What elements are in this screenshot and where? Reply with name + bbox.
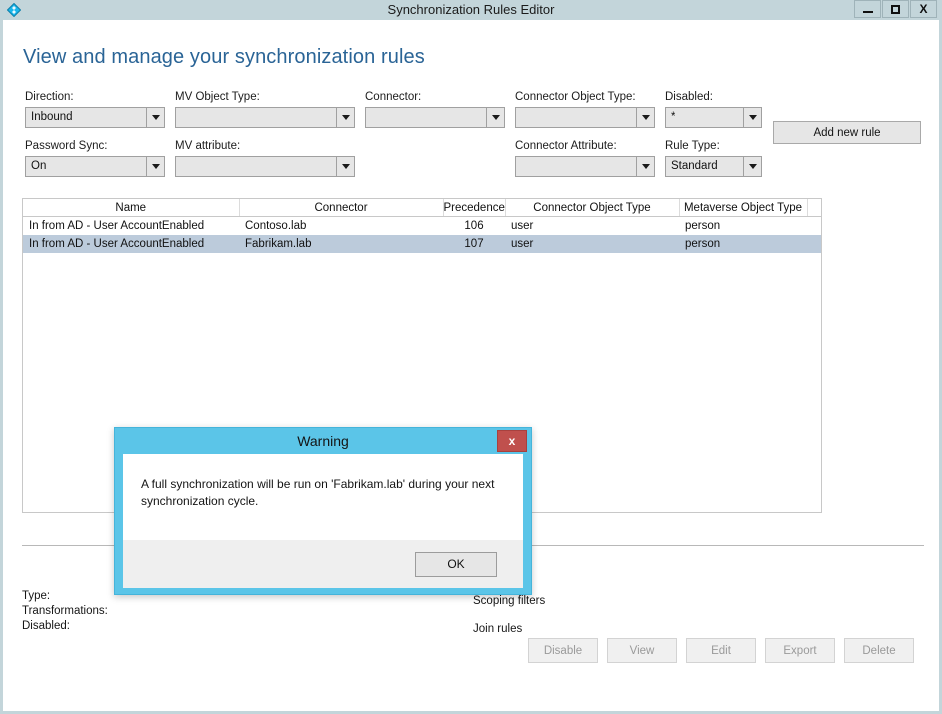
- password-sync-select[interactable]: On: [25, 156, 165, 177]
- detail-disabled-label: Disabled:: [22, 620, 70, 632]
- table-row[interactable]: In from AD - User AccountEnabled Contoso…: [23, 217, 821, 236]
- connector-object-type-select[interactable]: [515, 107, 655, 128]
- chevron-down-icon[interactable]: [336, 108, 354, 127]
- filter-password-sync: Password Sync: On: [25, 140, 165, 177]
- sync-rules-editor-window: Synchronization Rules Editor X View and …: [0, 0, 942, 714]
- chevron-down-icon[interactable]: [636, 157, 654, 176]
- dialog-title-bar: Warning x: [115, 428, 531, 454]
- chevron-down-icon[interactable]: [486, 108, 504, 127]
- mv-attribute-label: MV attribute:: [175, 140, 241, 152]
- direction-select[interactable]: Inbound: [25, 107, 165, 128]
- direction-value: Inbound: [31, 111, 73, 123]
- column-header-precedence[interactable]: Precedence: [443, 199, 506, 217]
- disabled-value: *: [671, 111, 676, 123]
- minimize-icon: [862, 10, 873, 13]
- password-sync-value: On: [31, 160, 47, 172]
- connector-attribute-label: Connector Attribute:: [515, 140, 617, 152]
- action-button-bar: Disable View Edit Export Delete: [528, 638, 914, 663]
- cell-connector-object-type: user: [505, 235, 679, 253]
- rules-table-body: In from AD - User AccountEnabled Contoso…: [23, 217, 821, 253]
- rule-details-left: Type: Transformations: Disabled:: [22, 589, 108, 634]
- close-button[interactable]: X: [910, 0, 937, 18]
- delete-button[interactable]: Delete: [844, 638, 914, 663]
- connector-select[interactable]: [365, 107, 505, 128]
- rule-type-label: Rule Type:: [665, 140, 720, 152]
- cell-name: In from AD - User AccountEnabled: [23, 235, 239, 253]
- warning-dialog: Warning x A full synchronization will be…: [114, 427, 532, 595]
- disable-button[interactable]: Disable: [528, 638, 598, 663]
- add-new-rule-button[interactable]: Add new rule: [773, 121, 921, 144]
- cell-spacer: [807, 235, 821, 253]
- cell-connector-object-type: user: [511, 220, 534, 232]
- filter-mv-object-type: MV Object Type:: [175, 91, 355, 128]
- chevron-down-icon[interactable]: [743, 108, 761, 127]
- cell-connector: Contoso.lab: [245, 220, 307, 232]
- page-title: View and manage your synchronization rul…: [23, 46, 425, 68]
- cell-name: In from AD - User AccountEnabled: [29, 220, 205, 232]
- chevron-down-icon[interactable]: [336, 157, 354, 176]
- table-row[interactable]: In from AD - User AccountEnabled Fabrika…: [23, 235, 821, 253]
- dialog-ok-button[interactable]: OK: [415, 551, 497, 577]
- maximize-icon: [891, 4, 900, 14]
- direction-label: Direction:: [25, 91, 74, 103]
- dialog-title: Warning: [297, 433, 349, 449]
- connector-attribute-select[interactable]: [515, 156, 655, 177]
- sync-diamond-icon: [3, 0, 25, 20]
- cell-precedence: 106: [464, 220, 484, 232]
- column-header-connector[interactable]: Connector: [239, 199, 444, 217]
- rule-type-select[interactable]: Standard: [665, 156, 762, 177]
- cell-metaverse-object-type: person: [685, 220, 721, 232]
- rules-table-header: Name Connector Precedence Connector Obje…: [23, 199, 821, 217]
- window-controls: X: [853, 0, 937, 19]
- mv-object-type-label: MV Object Type:: [175, 91, 260, 103]
- chevron-down-icon[interactable]: [146, 157, 164, 176]
- rules-table: Name Connector Precedence Connector Obje…: [23, 199, 821, 253]
- filter-connector-object-type: Connector Object Type:: [515, 91, 655, 128]
- disabled-select[interactable]: *: [665, 107, 762, 128]
- column-header-spacer: [807, 199, 821, 217]
- filter-rule-type: Rule Type: Standard: [665, 140, 762, 177]
- dialog-footer: OK: [123, 540, 523, 588]
- view-button[interactable]: View: [607, 638, 677, 663]
- cell-precedence: 107: [443, 235, 505, 253]
- column-header-metaverse-object-type[interactable]: Metaverse Object Type: [679, 199, 808, 217]
- rule-details-right: Scoping filters Join rules: [473, 587, 545, 643]
- minimize-button[interactable]: [854, 0, 881, 18]
- cell-spacer: [807, 217, 821, 236]
- window-title: Synchronization Rules Editor: [387, 2, 555, 17]
- cell-metaverse-object-type: person: [679, 235, 807, 253]
- password-sync-label: Password Sync:: [25, 140, 108, 152]
- detail-transformations-label: Transformations:: [22, 605, 108, 617]
- title-bar: Synchronization Rules Editor X: [3, 0, 939, 20]
- maximize-button[interactable]: [882, 0, 909, 18]
- filter-connector: Connector:: [365, 91, 505, 128]
- column-header-name[interactable]: Name: [23, 199, 240, 217]
- edit-button[interactable]: Edit: [686, 638, 756, 663]
- connector-object-type-label: Connector Object Type:: [515, 91, 636, 103]
- dialog-close-button[interactable]: x: [497, 430, 527, 452]
- connector-label: Connector:: [365, 91, 422, 103]
- cell-connector: Fabrikam.lab: [239, 235, 443, 253]
- table-header-row: Name Connector Precedence Connector Obje…: [23, 199, 821, 217]
- mv-object-type-select[interactable]: [175, 107, 355, 128]
- mv-attribute-select[interactable]: [175, 156, 355, 177]
- rule-type-value: Standard: [671, 160, 718, 172]
- filter-panel: Direction: Inbound Password Sync: On MV …: [3, 91, 939, 189]
- dialog-body: A full synchronization will be run on 'F…: [123, 454, 523, 540]
- export-button[interactable]: Export: [765, 638, 835, 663]
- chevron-down-icon[interactable]: [743, 157, 761, 176]
- chevron-down-icon[interactable]: [146, 108, 164, 127]
- detail-type-label: Type:: [22, 590, 51, 602]
- filter-mv-attribute: MV attribute:: [175, 140, 355, 177]
- chevron-down-icon[interactable]: [636, 108, 654, 127]
- dialog-message: A full synchronization will be run on 'F…: [141, 477, 495, 508]
- disabled-filter-label: Disabled:: [665, 91, 713, 103]
- filter-connector-attribute: Connector Attribute:: [515, 140, 655, 177]
- column-header-connector-object-type[interactable]: Connector Object Type: [505, 199, 680, 217]
- filter-disabled: Disabled: *: [665, 91, 762, 128]
- filter-direction: Direction: Inbound: [25, 91, 165, 128]
